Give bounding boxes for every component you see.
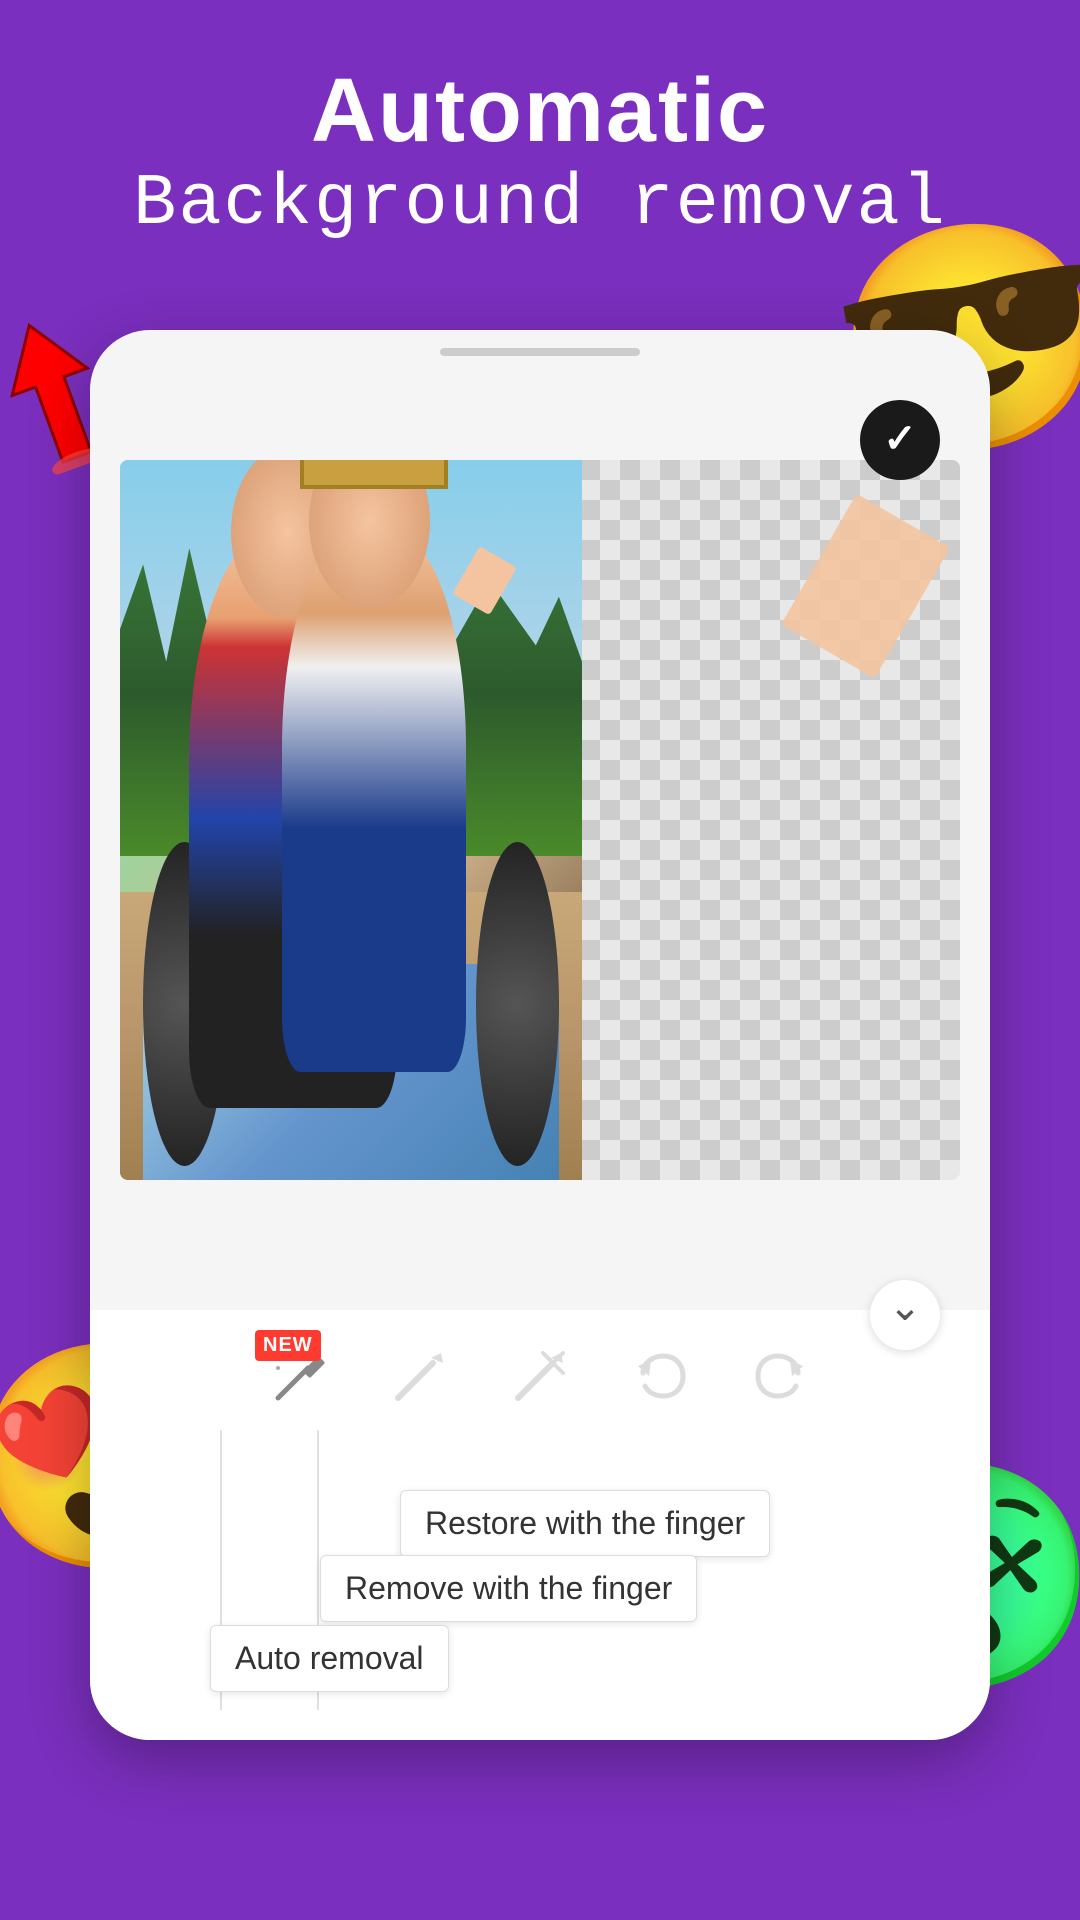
tool-remove[interactable]: [510, 1345, 570, 1405]
header: Automatic Background removal: [0, 60, 1080, 245]
woman-figure: [282, 532, 467, 1072]
image-area: [120, 460, 960, 1180]
tooltip-remove: Remove with the finger: [320, 1555, 697, 1622]
tool-undo[interactable]: [630, 1345, 690, 1405]
undo-icon: [630, 1345, 690, 1405]
new-badge: NEW: [255, 1330, 321, 1361]
transparent-section: [582, 460, 960, 1180]
tool-auto-removal[interactable]: NEW: [270, 1345, 330, 1405]
tool-restore[interactable]: [390, 1345, 450, 1405]
header-title: Automatic: [0, 60, 1080, 163]
photo-content: [120, 460, 582, 1180]
scooter-wheel-right: [476, 842, 559, 1166]
photo-left: [120, 460, 582, 1180]
phone-notch: [440, 348, 640, 356]
redo-icon: [750, 1345, 810, 1405]
tooltip-auto: Auto removal: [210, 1625, 449, 1692]
tooltip-restore: Restore with the finger: [400, 1490, 770, 1557]
tool-redo[interactable]: [750, 1345, 810, 1405]
tools-row: NEW: [90, 1330, 990, 1420]
toolbar-area: NEW: [90, 1310, 990, 1740]
remove-brush-icon: [510, 1345, 570, 1405]
restore-brush-icon: [390, 1345, 450, 1405]
header-subtitle: Background removal: [0, 163, 1080, 245]
check-button[interactable]: [860, 400, 940, 480]
phone-mockup: NEW: [90, 330, 990, 1740]
